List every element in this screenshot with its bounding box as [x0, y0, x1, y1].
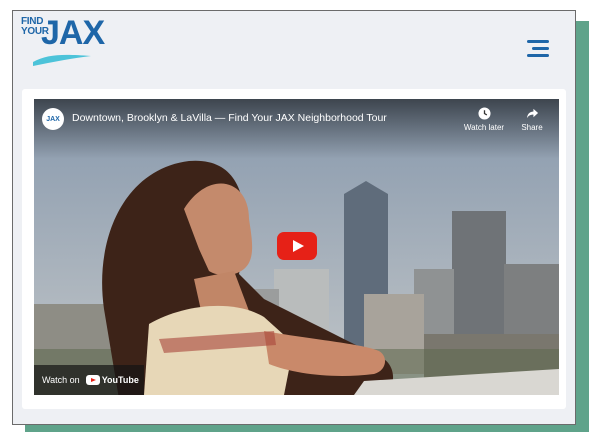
play-button[interactable]: [277, 232, 317, 260]
share-button[interactable]: Share: [507, 107, 557, 132]
youtube-logo: YouTube: [85, 375, 139, 385]
youtube-play-icon: [85, 375, 100, 385]
menu-bar-middle: [532, 47, 549, 50]
youtube-wordmark: YouTube: [101, 375, 139, 385]
watch-on-label: Watch on: [42, 375, 80, 385]
site-header: FIND YOUR JAX: [13, 11, 575, 89]
logo-wave-icon: [33, 54, 91, 66]
youtube-embed[interactable]: JAX Downtown, Brooklyn & LaVilla — Find …: [34, 99, 559, 395]
clock-icon: [477, 107, 491, 120]
watch-on-youtube-button[interactable]: Watch on YouTube: [34, 365, 144, 395]
share-label: Share: [521, 123, 543, 132]
watch-later-button[interactable]: Watch later: [459, 107, 509, 132]
share-arrow-icon: [526, 108, 538, 119]
page-frame: FIND YOUR JAX JAX Downtown, Brooklyn & L…: [12, 10, 576, 425]
menu-bar-top: [527, 40, 549, 43]
logo-brand-text: JAX: [41, 14, 105, 52]
menu-bar-bottom: [527, 54, 549, 57]
video-title[interactable]: Downtown, Brooklyn & LaVilla — Find Your…: [72, 112, 387, 124]
find-your-jax-logo[interactable]: FIND YOUR JAX: [21, 14, 105, 73]
video-card: JAX Downtown, Brooklyn & LaVilla — Find …: [22, 89, 566, 409]
hamburger-menu-icon[interactable]: [525, 39, 549, 57]
watch-later-label: Watch later: [463, 123, 505, 132]
channel-avatar[interactable]: JAX: [42, 108, 64, 130]
